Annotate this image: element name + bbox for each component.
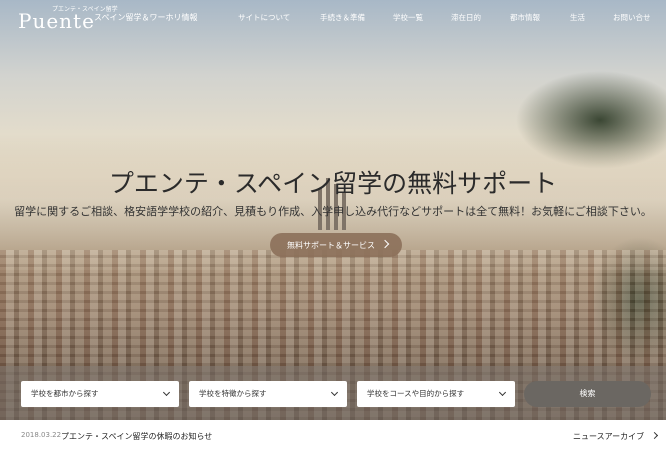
search-by-course-label: 学校をコースや目的から探す xyxy=(367,389,465,398)
nav-item-stay[interactable]: 滞在日的 xyxy=(451,12,481,23)
search-by-city-label: 学校を都市から探す xyxy=(31,389,99,398)
search-by-feature-select[interactable]: 学校を特徴から探す xyxy=(189,381,347,407)
nav-item-schools[interactable]: 学校一覧 xyxy=(393,12,423,23)
site-logo[interactable]: プエンテ・スペイン留学 Puente xyxy=(18,4,118,33)
search-by-course-select[interactable]: 学校をコースや目的から探す xyxy=(357,381,515,407)
site-header: プエンテ・スペイン留学 Puente スペイン留学＆ワーホリ情報 サイトについて… xyxy=(0,0,666,36)
hero-subtitle: 留学に関するご相談、格安語学学校の紹介、見積もり作成、入学申し込み代行などサポー… xyxy=(14,205,652,218)
news-title-link[interactable]: プエンテ・スペイン留学の休暇のお知らせ xyxy=(61,431,212,442)
nav-item-life[interactable]: 生活 xyxy=(570,12,585,23)
chevron-down-icon xyxy=(498,388,507,397)
site-subtitle: スペイン留学＆ワーホリ情報 xyxy=(94,13,198,22)
news-strip: 2018.03.22 プエンテ・スペイン留学の休暇のお知らせ ニュースアーカイブ xyxy=(0,420,666,450)
chevron-down-icon xyxy=(162,388,171,397)
free-support-button[interactable]: 無料サポート＆サービス xyxy=(270,233,402,257)
search-by-city-select[interactable]: 学校を都市から探す xyxy=(21,381,179,407)
school-search-bar: 学校を都市から探す 学校を特徴から探す 学校をコースや目的から探す 検索 xyxy=(0,366,666,420)
chevron-down-icon xyxy=(330,388,339,397)
free-support-label: 無料サポート＆サービス xyxy=(287,240,375,250)
hero-title: プエンテ・スペイン留学の無料サポート xyxy=(108,169,558,198)
logo-word: Puente xyxy=(18,9,95,33)
chevron-right-icon xyxy=(380,239,390,249)
nav-item-contact[interactable]: お問い合せ xyxy=(613,12,651,23)
news-archive-label: ニュースアーカイブ xyxy=(573,432,645,441)
nav-item-about[interactable]: サイトについて xyxy=(238,12,290,23)
search-button[interactable]: 検索 xyxy=(524,381,651,407)
news-archive-link[interactable]: ニュースアーカイブ xyxy=(573,431,659,442)
chevron-right-icon xyxy=(651,431,659,440)
nav-item-procedures[interactable]: 手続き＆準備 xyxy=(320,12,365,23)
search-by-feature-label: 学校を特徴から探す xyxy=(199,389,267,398)
nav-item-cities[interactable]: 都市情報 xyxy=(510,12,540,23)
news-date: 2018.03.22 xyxy=(21,431,62,439)
